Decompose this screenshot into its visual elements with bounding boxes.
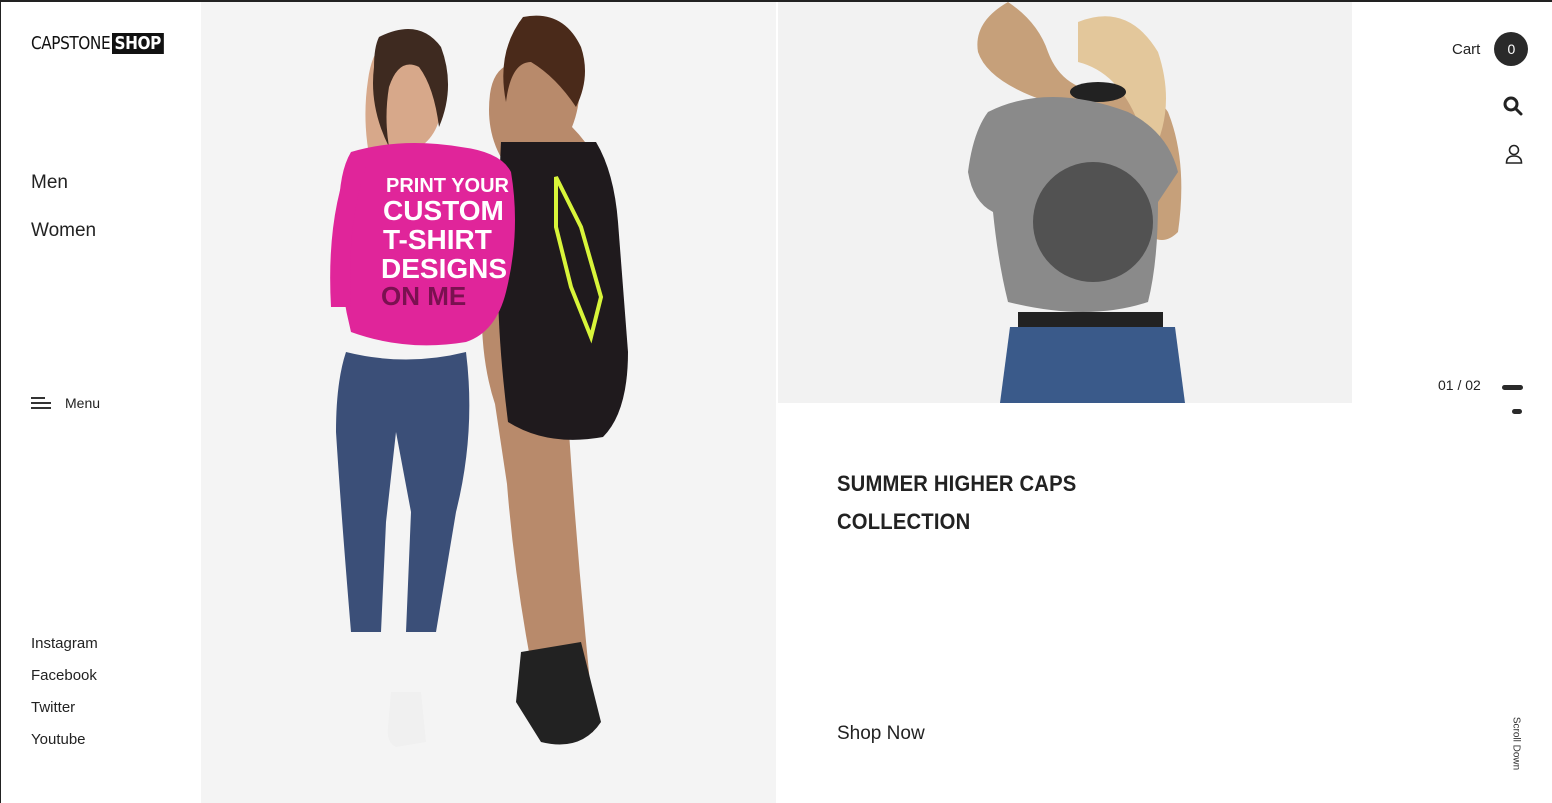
primary-nav: Men Women bbox=[31, 172, 96, 268]
models-illustration: PRINT YOUR CUSTOM T-SHIRT DESIGNS ON ME bbox=[330, 15, 628, 747]
social-links: Instagram Facebook Twitter Youtube bbox=[31, 635, 98, 763]
brand-name-part2: SHOP bbox=[112, 32, 164, 54]
cart-count-badge: 0 bbox=[1494, 32, 1529, 66]
shirt-print-line2: CUSTOM bbox=[383, 195, 504, 226]
hero-image-model-tshirt bbox=[778, 2, 1352, 403]
slide-indicator-active[interactable] bbox=[1502, 385, 1523, 390]
hamburger-icon bbox=[31, 397, 51, 409]
user-icon[interactable] bbox=[1505, 144, 1523, 164]
brand-name-part1: CAPSTONE bbox=[31, 32, 111, 54]
shop-now-link[interactable]: Shop Now bbox=[837, 723, 925, 745]
collection-title-line1: SUMMER HIGHER CAPS bbox=[837, 471, 1077, 496]
sidebar: CAPSTONE SHOP Men Women Menu Instagram F… bbox=[1, 2, 201, 803]
model-tshirt-illustration bbox=[968, 2, 1185, 403]
slide-counter: 01 / 02 bbox=[1438, 377, 1481, 393]
social-link-youtube[interactable]: Youtube bbox=[31, 731, 98, 748]
cart-label: Cart bbox=[1452, 40, 1481, 58]
slide-indicator[interactable] bbox=[1512, 409, 1522, 414]
shirt-print-line3: T-SHIRT bbox=[383, 224, 492, 255]
collection-title-line2: COLLECTION bbox=[837, 509, 971, 534]
scroll-down-label[interactable]: Scroll Down bbox=[1511, 704, 1522, 784]
cart-button[interactable]: Cart 0 bbox=[1452, 32, 1529, 66]
menu-label: Menu bbox=[65, 395, 101, 411]
hero-image-models: PRINT YOUR CUSTOM T-SHIRT DESIGNS ON ME bbox=[201, 2, 776, 803]
social-link-instagram[interactable]: Instagram bbox=[31, 635, 98, 652]
shirt-print-line4: DESIGNS bbox=[381, 253, 507, 284]
shirt-print-line1: PRINT YOUR bbox=[386, 175, 510, 197]
search-icon[interactable] bbox=[1503, 96, 1523, 116]
nav-link-women[interactable]: Women bbox=[31, 220, 96, 242]
menu-button[interactable]: Menu bbox=[31, 395, 100, 411]
social-link-twitter[interactable]: Twitter bbox=[31, 699, 98, 716]
shirt-print-line5: ON ME bbox=[381, 281, 466, 311]
brand-logo[interactable]: CAPSTONE SHOP bbox=[31, 32, 173, 54]
collection-title: SUMMER HIGHER CAPS COLLECTION bbox=[837, 465, 1076, 541]
nav-link-men[interactable]: Men bbox=[31, 172, 96, 194]
social-link-facebook[interactable]: Facebook bbox=[31, 667, 98, 684]
